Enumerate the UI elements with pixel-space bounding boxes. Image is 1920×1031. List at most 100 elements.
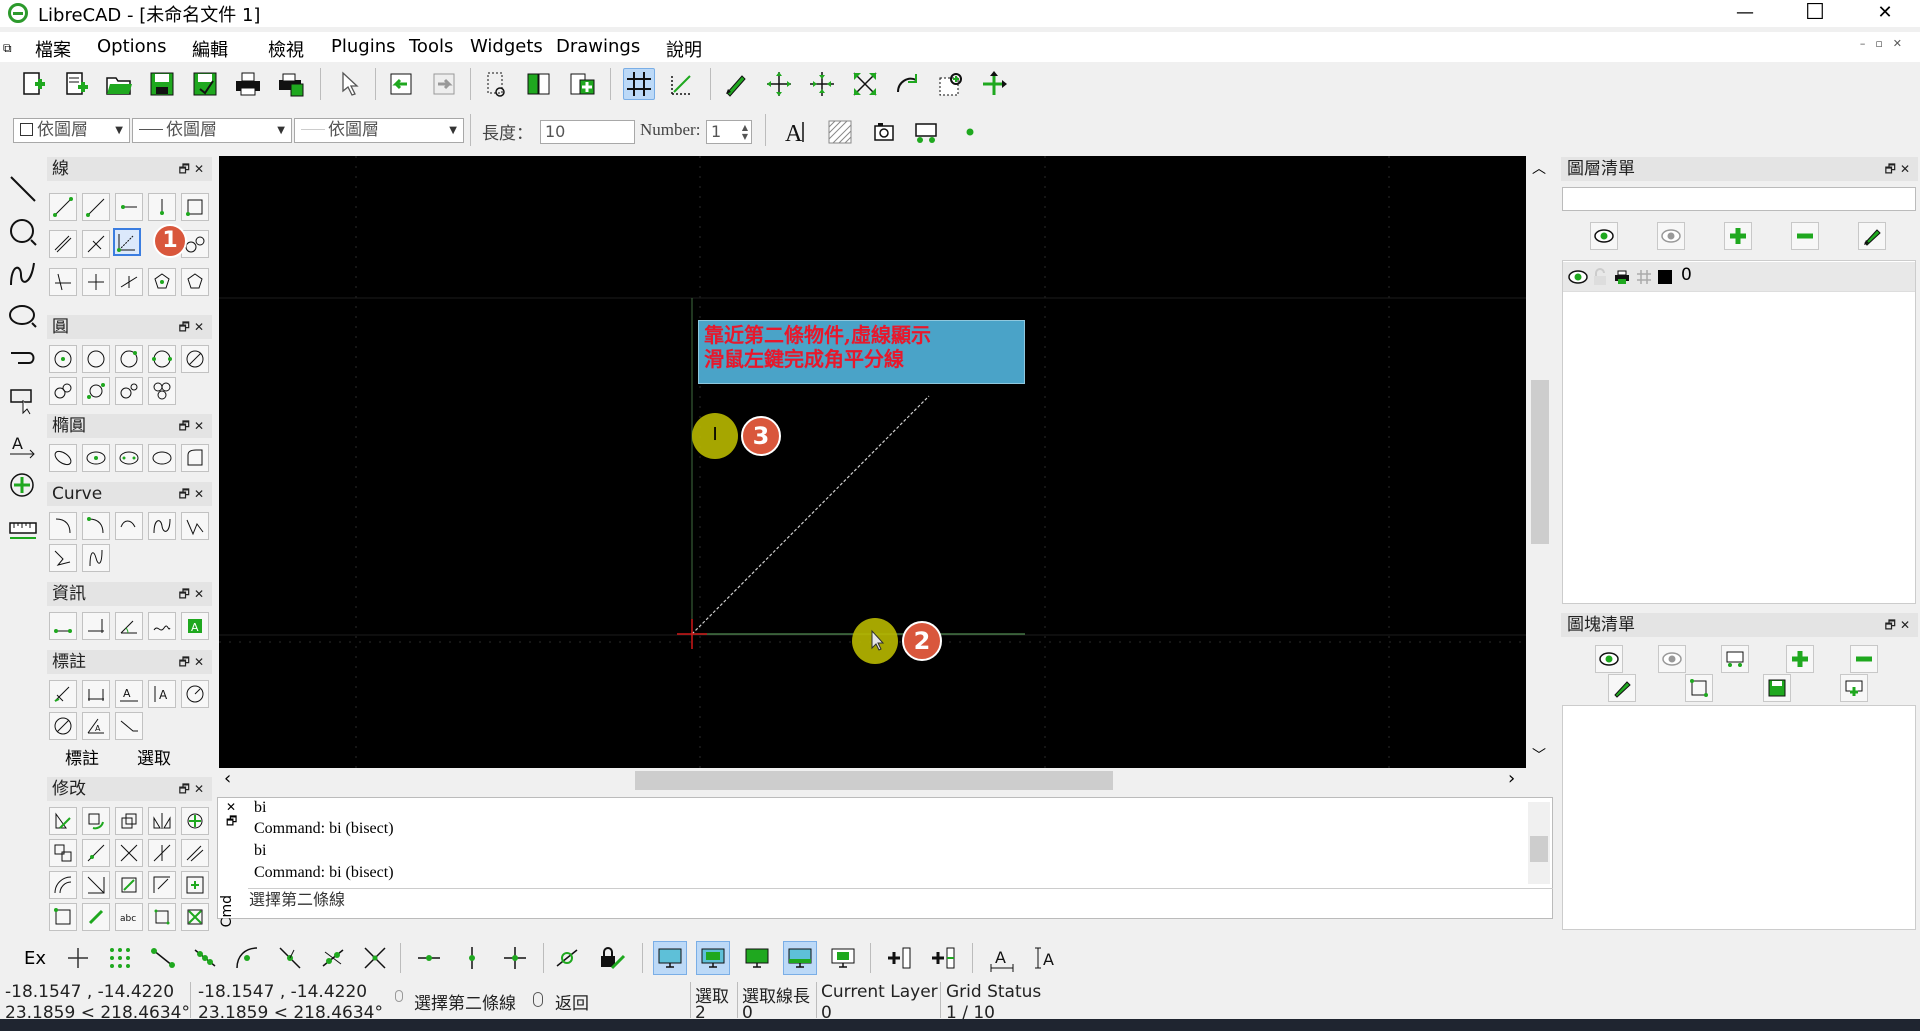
horizontal-scroll-thumb[interactable]	[635, 771, 1113, 790]
arc-3points-icon[interactable]	[82, 512, 110, 540]
dim-linear-icon[interactable]	[82, 680, 110, 708]
offset-icon[interactable]	[181, 839, 209, 867]
properties-icon[interactable]	[181, 871, 209, 899]
circle-tan3-icon[interactable]	[82, 377, 110, 405]
create-block-icon[interactable]	[1721, 645, 1749, 673]
menu-plugins[interactable]: Plugins	[331, 36, 395, 57]
minimize-button[interactable]: —	[1722, 0, 1768, 27]
remove-block-icon[interactable]	[1850, 645, 1878, 673]
number-spinbox[interactable]: 1 ▲ ▼	[706, 120, 752, 144]
hatch-icon[interactable]	[824, 116, 856, 148]
select-window-icon[interactable]	[653, 941, 687, 975]
ellipse-inscribed-icon[interactable]	[181, 444, 209, 472]
line-parallel-icon[interactable]	[49, 230, 77, 258]
snap-center-icon[interactable]	[230, 941, 264, 975]
invert-selection-icon[interactable]	[826, 941, 860, 975]
save-as-icon[interactable]	[189, 68, 221, 100]
layer-filter-input[interactable]	[1562, 187, 1916, 211]
mdi-document-icon[interactable]: ⧉	[3, 41, 12, 56]
move-rotate-icon[interactable]	[181, 807, 209, 835]
ellipse-4points-icon[interactable]	[148, 444, 176, 472]
dock-float-close-icon[interactable]: 🗗✕	[179, 777, 208, 801]
show-all-blocks-icon[interactable]	[1595, 645, 1623, 673]
rotate-icon[interactable]	[82, 807, 110, 835]
dock-float-close-icon[interactable]: 🗗✕	[179, 157, 208, 181]
zoom-previous-icon[interactable]	[892, 68, 924, 100]
menu-help[interactable]: 說明	[666, 36, 702, 62]
cut-icon[interactable]	[480, 68, 512, 100]
new-template-icon[interactable]	[60, 68, 92, 100]
dim-horizontal-icon[interactable]: A	[115, 680, 143, 708]
maximize-button[interactable]: ☐	[1792, 0, 1838, 27]
line-vertical-icon[interactable]	[148, 193, 176, 221]
new-file-icon[interactable]	[17, 68, 49, 100]
layer-row[interactable]: 0	[1563, 262, 1915, 292]
menu-view[interactable]: 檢視	[268, 36, 304, 62]
paste-icon[interactable]	[566, 68, 598, 100]
snap-grid-icon[interactable]	[103, 941, 137, 975]
line-category-icon[interactable]	[6, 172, 40, 206]
redraw-icon[interactable]	[720, 68, 752, 100]
command-input[interactable]: 選擇第二條線	[248, 888, 1553, 914]
insert-block-icon[interactable]	[1840, 674, 1868, 702]
menu-widgets[interactable]: Widgets	[470, 36, 543, 57]
delete-icon[interactable]	[148, 903, 176, 931]
menu-edit[interactable]: 編輯	[192, 36, 228, 62]
measure-angle-icon[interactable]	[115, 612, 143, 640]
circle-tan-point-icon[interactable]	[115, 377, 143, 405]
ellipse-foci-icon[interactable]	[115, 444, 143, 472]
print-preview-icon[interactable]	[275, 68, 307, 100]
add-layer-icon[interactable]	[1724, 222, 1752, 250]
rectangle-icon[interactable]	[181, 193, 209, 221]
copy-icon[interactable]	[523, 68, 555, 100]
dock-float-close-icon[interactable]: 🗗✕	[179, 414, 208, 438]
snap-endpoint-icon[interactable]	[146, 941, 180, 975]
restrict-orthogonal-icon[interactable]	[498, 941, 532, 975]
dimension-category-icon[interactable]: A	[6, 427, 40, 461]
scroll-right-icon[interactable]: ›	[1508, 768, 1515, 789]
zoom-auto-icon[interactable]	[849, 68, 881, 100]
line-horizontal-icon[interactable]	[115, 193, 143, 221]
lock-relative-zero-icon[interactable]	[595, 941, 629, 975]
insert-block-row-icon[interactable]	[926, 941, 960, 975]
fillet-icon[interactable]	[82, 871, 110, 899]
save-block-icon[interactable]	[1763, 674, 1791, 702]
trim-icon[interactable]	[82, 839, 110, 867]
command-dock-controls[interactable]: ✕ 🗗	[226, 800, 237, 828]
circle-tangent-icon[interactable]	[181, 345, 209, 373]
layer-visible-icon[interactable]	[1567, 268, 1589, 286]
circle-2points-icon[interactable]	[115, 345, 143, 373]
command-history-scrollbar[interactable]	[1528, 802, 1550, 884]
menu-tools[interactable]: Tools	[409, 36, 453, 57]
linetype-combo[interactable]: 依圖層 ▼	[132, 118, 292, 143]
edit-block-inplace-icon[interactable]	[1685, 674, 1713, 702]
text-icon[interactable]: A	[780, 116, 812, 148]
grid-toggle-icon[interactable]	[623, 68, 655, 100]
select-pointer-icon[interactable]	[333, 68, 365, 100]
circle-tan2-icon[interactable]	[49, 377, 77, 405]
vertical-scroll-thumb[interactable]	[1531, 380, 1549, 544]
drawing-canvas[interactable]	[219, 156, 1526, 768]
line-orthogonal-icon[interactable]	[82, 230, 110, 258]
dock-float-close-icon[interactable]: 🗗✕	[179, 315, 208, 339]
mirror-icon[interactable]	[148, 807, 176, 835]
layer-lock-icon[interactable]	[1591, 268, 1609, 286]
dock-float-close-icon[interactable]: 🗗✕	[1885, 157, 1914, 181]
save-icon[interactable]	[146, 68, 178, 100]
scroll-left-icon[interactable]: ‹	[224, 768, 231, 789]
edit-block-icon[interactable]	[1608, 674, 1636, 702]
deselect-window-icon[interactable]	[696, 941, 730, 975]
hide-all-blocks-icon[interactable]	[1658, 645, 1686, 673]
dim-aligned-icon[interactable]	[49, 680, 77, 708]
ellipse-axis-icon[interactable]	[49, 444, 77, 472]
image-icon[interactable]	[868, 116, 900, 148]
snap-middle-icon[interactable]	[273, 941, 307, 975]
polygon-corner-icon[interactable]	[181, 268, 209, 296]
ellipse-category-icon[interactable]	[6, 299, 40, 333]
block-insert-icon[interactable]	[910, 116, 942, 148]
bevel-icon[interactable]	[49, 871, 77, 899]
lengthen-icon[interactable]	[148, 839, 176, 867]
insert-row-icon[interactable]	[882, 941, 916, 975]
text-vertical-icon[interactable]: A	[1030, 941, 1064, 975]
scale-icon[interactable]	[115, 807, 143, 835]
